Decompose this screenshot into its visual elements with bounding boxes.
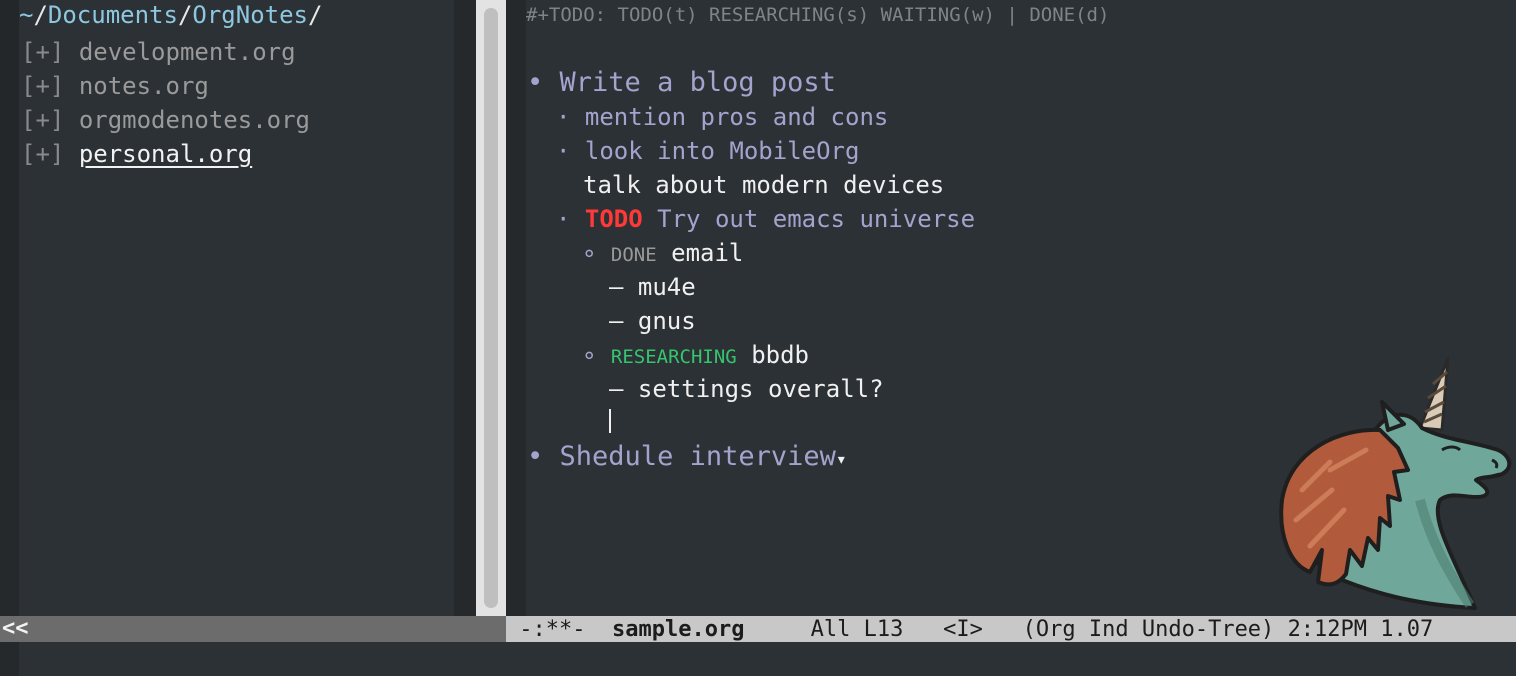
heading-bullet: ∘: [582, 341, 597, 369]
text-cursor: [609, 409, 611, 433]
tree-item-development[interactable]: [+] development.org: [21, 35, 296, 69]
load-average: 1.07: [1380, 617, 1434, 642]
heading-schedule-interview[interactable]: • Shedule interview▾: [527, 440, 847, 474]
buffer-mode-line[interactable]: -:**- sample.org All L13 <I> (Org Ind Un…: [506, 616, 1516, 642]
evil-state: <I>: [943, 617, 983, 642]
expand-toggle[interactable]: [+]: [21, 106, 64, 134]
tree-right-fringe: [454, 0, 476, 616]
heading-text[interactable]: bbdb: [751, 341, 809, 369]
heading-bullet: •: [527, 441, 544, 472]
list-item[interactable]: – settings overall?: [609, 372, 884, 406]
root-dir-documents[interactable]: Documents: [48, 1, 178, 29]
mode-line-indicator: <<: [2, 616, 29, 641]
root-home: ~: [19, 1, 34, 29]
heading-text[interactable]: Try out emacs universe: [657, 205, 975, 233]
path-separator: /: [33, 1, 48, 29]
clock: 2:12PM: [1287, 617, 1368, 642]
expand-toggle[interactable]: [+]: [21, 140, 64, 168]
list-item[interactable]: – mu4e: [609, 270, 696, 304]
left-fringe-lower: [0, 400, 19, 616]
todo-keywords-directive[interactable]: #+TODO: TODO(t) RESEARCHING(s) WAITING(w…: [526, 0, 1109, 30]
done-keyword[interactable]: DONE: [611, 244, 657, 266]
path-separator: /: [308, 1, 323, 29]
heading-mention-pros-cons[interactable]: · mention pros and cons: [556, 100, 888, 134]
heading-write-blog-post[interactable]: • Write a blog post: [527, 66, 836, 100]
buffer-left-fringe: [506, 0, 526, 616]
file-name[interactable]: orgmodenotes.org: [79, 106, 310, 134]
buffer-position: All L13: [810, 617, 904, 642]
minibuffer-fringe: [0, 642, 19, 676]
heading-bullet: ·: [556, 103, 571, 131]
heading-text[interactable]: mention pros and cons: [585, 103, 888, 131]
emacs-unicorn-icon: [1279, 356, 1512, 610]
fold-indicator-icon[interactable]: ▾: [836, 449, 847, 470]
heading-bullet: ·: [556, 137, 571, 165]
path-separator: /: [177, 1, 193, 29]
expand-toggle[interactable]: [+]: [21, 72, 64, 100]
file-name[interactable]: personal.org: [79, 140, 252, 168]
heading-bullet: •: [527, 67, 544, 98]
expand-toggle[interactable]: [+]: [21, 38, 64, 66]
researching-keyword[interactable]: RESEARCHING: [611, 346, 737, 368]
buffer-name[interactable]: sample.org: [612, 617, 744, 642]
heading-bullet: ·: [556, 205, 571, 233]
body-text-line[interactable]: talk about modern devices: [583, 168, 944, 202]
heading-bbdb[interactable]: ∘ RESEARCHING bbdb: [582, 338, 809, 372]
tree-root-path[interactable]: ~/Documents/OrgNotes/: [19, 0, 322, 30]
major-minor-modes[interactable]: (Org Ind Undo-Tree): [1023, 617, 1275, 642]
tree-mode-line[interactable]: <<: [0, 616, 506, 642]
todo-keyword[interactable]: TODO: [585, 205, 643, 233]
buffer-status: -:**-: [519, 617, 586, 642]
heading-text[interactable]: look into MobileOrg: [585, 137, 860, 165]
heading-text[interactable]: Shedule interview: [560, 441, 836, 472]
root-dir-orgnotes[interactable]: OrgNotes: [192, 1, 308, 29]
file-name[interactable]: notes.org: [79, 72, 209, 100]
heading-email[interactable]: ∘ DONE email: [582, 236, 743, 270]
file-name[interactable]: development.org: [79, 38, 296, 66]
heading-text[interactable]: Write a blog post: [560, 67, 836, 98]
left-fringe: [0, 0, 19, 400]
heading-try-emacs-universe[interactable]: · TODO Try out emacs universe: [556, 202, 975, 236]
heading-bullet: ∘: [582, 239, 597, 267]
tree-item-personal[interactable]: [+] personal.org: [21, 137, 252, 171]
tree-scrollbar-thumb[interactable]: [484, 8, 498, 608]
tree-item-orgmodenotes[interactable]: [+] orgmodenotes.org: [21, 103, 310, 137]
minibuffer[interactable]: [0, 642, 1516, 676]
heading-text[interactable]: email: [671, 239, 743, 267]
list-item[interactable]: – gnus: [609, 304, 696, 338]
heading-look-into-mobileorg[interactable]: · look into MobileOrg: [556, 134, 859, 168]
tree-item-notes[interactable]: [+] notes.org: [21, 69, 209, 103]
